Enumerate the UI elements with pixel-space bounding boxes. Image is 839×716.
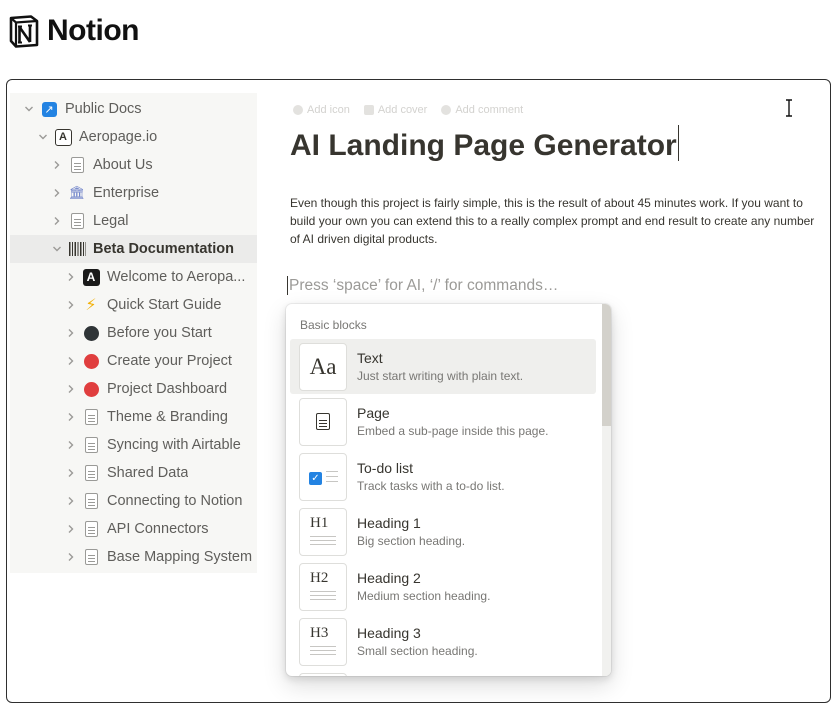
- sidebar-item-base-mapping[interactable]: Base Mapping System: [10, 543, 257, 571]
- page-icon: [70, 213, 84, 229]
- barcode-icon: [68, 242, 86, 256]
- sidebar-item-shared-data[interactable]: Shared Data: [10, 459, 257, 487]
- chevron-right-icon[interactable]: [64, 410, 78, 424]
- text-aa-icon: Aa: [299, 342, 347, 391]
- chevron-right-icon[interactable]: [64, 270, 78, 284]
- command-input[interactable]: Press ‘space’ for AI, ‘/’ for commands…: [287, 276, 558, 295]
- sidebar-item-syncing-airtable[interactable]: Syncing with Airtable: [10, 431, 257, 459]
- sidebar-item-public-docs[interactable]: ↗ Public Docs: [10, 95, 257, 123]
- sidebar-item-project-dashboard[interactable]: Project Dashboard: [10, 375, 257, 403]
- notion-logo: Notion: [7, 13, 139, 49]
- page-icon: [84, 549, 98, 565]
- image-icon: [363, 105, 374, 115]
- chevron-right-icon[interactable]: [50, 186, 64, 200]
- menu-item-todo[interactable]: ✓ To-do list Track tasks with a to-do lis…: [290, 449, 596, 504]
- sidebar-item-api-connectors[interactable]: API Connectors: [10, 515, 257, 543]
- page-actions: Add icon Add cover Add comment: [293, 104, 523, 116]
- sidebar-item-create-your-project[interactable]: Create your Project: [10, 347, 257, 375]
- page-icon: [84, 521, 98, 537]
- chevron-right-icon[interactable]: [50, 214, 64, 228]
- chevron-right-icon[interactable]: [50, 158, 64, 172]
- add-icon-button[interactable]: Add icon: [293, 104, 350, 116]
- sidebar-item-welcome[interactable]: A Welcome to Aeropa...: [10, 263, 257, 291]
- smiley-icon: [293, 105, 303, 115]
- chevron-right-icon[interactable]: [64, 494, 78, 508]
- add-cover-button[interactable]: Add cover: [363, 104, 427, 116]
- menu-scrollbar-thumb[interactable]: [602, 304, 611, 426]
- page-icon: [84, 465, 98, 481]
- block-thumbnail-icon: [299, 672, 347, 676]
- external-link-icon: ↗: [41, 101, 57, 117]
- chevron-right-icon[interactable]: [64, 354, 78, 368]
- page-icon: [70, 157, 84, 173]
- chevron-right-icon[interactable]: [64, 550, 78, 564]
- menu-item-heading-2[interactable]: H2 Heading 2 Medium section heading.: [290, 559, 596, 614]
- chevron-right-icon[interactable]: [64, 298, 78, 312]
- sidebar-item-beta-documentation[interactable]: Beta Documentation: [10, 235, 257, 263]
- red-circle-icon: [83, 353, 99, 369]
- chevron-right-icon[interactable]: [64, 466, 78, 480]
- sidebar-item-enterprise[interactable]: 🏛 Enterprise: [10, 179, 257, 207]
- chevron-right-icon[interactable]: [64, 438, 78, 452]
- lightning-icon: ⚡: [85, 297, 97, 314]
- sidebar-item-about-us[interactable]: About Us: [10, 151, 257, 179]
- add-comment-button[interactable]: Add comment: [441, 104, 523, 116]
- notion-window: ↗ Public Docs A Aeropage.io About Us 🏛 E…: [6, 79, 831, 703]
- menu-item-page[interactable]: Page Embed a sub-page inside this page.: [290, 394, 596, 449]
- sidebar-item-connecting-notion[interactable]: Connecting to Notion: [10, 487, 257, 515]
- notion-logo-icon: [7, 14, 41, 48]
- sidebar-item-quick-start-guide[interactable]: ⚡ Quick Start Guide: [10, 291, 257, 319]
- heading-3-icon: H3: [299, 617, 347, 666]
- page-icon: [84, 437, 98, 453]
- menu-item-partial[interactable]: [290, 669, 596, 676]
- menu-item-heading-1[interactable]: H1 Heading 1 Big section heading.: [290, 504, 596, 559]
- chevron-down-icon[interactable]: [36, 130, 50, 144]
- page-title[interactable]: AI Landing Page Generator: [290, 125, 680, 163]
- page-icon: [84, 409, 98, 425]
- aeropage-icon: A: [82, 268, 100, 286]
- sidebar-item-legal[interactable]: Legal: [10, 207, 257, 235]
- red-circle-icon: [83, 381, 99, 397]
- notion-wordmark: Notion: [47, 14, 139, 47]
- chevron-right-icon[interactable]: [64, 382, 78, 396]
- sidebar-item-before-you-start[interactable]: Before you Start: [10, 319, 257, 347]
- sidebar-item-aeropage[interactable]: A Aeropage.io: [10, 123, 257, 151]
- comment-icon: [441, 105, 452, 115]
- heading-2-icon: H2: [299, 562, 347, 611]
- chevron-right-icon[interactable]: [64, 326, 78, 340]
- chevron-down-icon[interactable]: [22, 102, 36, 116]
- menu-item-heading-3[interactable]: H3 Heading 3 Small section heading.: [290, 614, 596, 669]
- sidebar: ↗ Public Docs A Aeropage.io About Us 🏛 E…: [10, 93, 257, 573]
- text-caret: [287, 276, 288, 295]
- menu-scrollbar[interactable]: [602, 304, 611, 676]
- aeropage-icon: A: [54, 128, 72, 146]
- page-icon: [299, 397, 347, 446]
- bank-icon: 🏛: [68, 185, 86, 200]
- menu-item-text[interactable]: Aa Text Just start writing with plain tex…: [290, 339, 596, 394]
- chevron-right-icon[interactable]: [64, 522, 78, 536]
- black-circle-icon: [83, 325, 99, 341]
- body-paragraph[interactable]: Even though this project is fairly simpl…: [290, 194, 822, 248]
- ibeam-cursor-icon: [786, 99, 792, 117]
- text-caret: [677, 125, 680, 161]
- page-icon: [84, 493, 98, 509]
- heading-1-icon: H1: [299, 507, 347, 556]
- chevron-down-icon[interactable]: [50, 242, 64, 256]
- sidebar-item-theme-branding[interactable]: Theme & Branding: [10, 403, 257, 431]
- menu-heading: Basic blocks: [300, 318, 367, 332]
- todo-checkbox-icon: ✓: [299, 452, 347, 501]
- block-menu: Basic blocks Aa Text Just start writing w…: [286, 304, 611, 676]
